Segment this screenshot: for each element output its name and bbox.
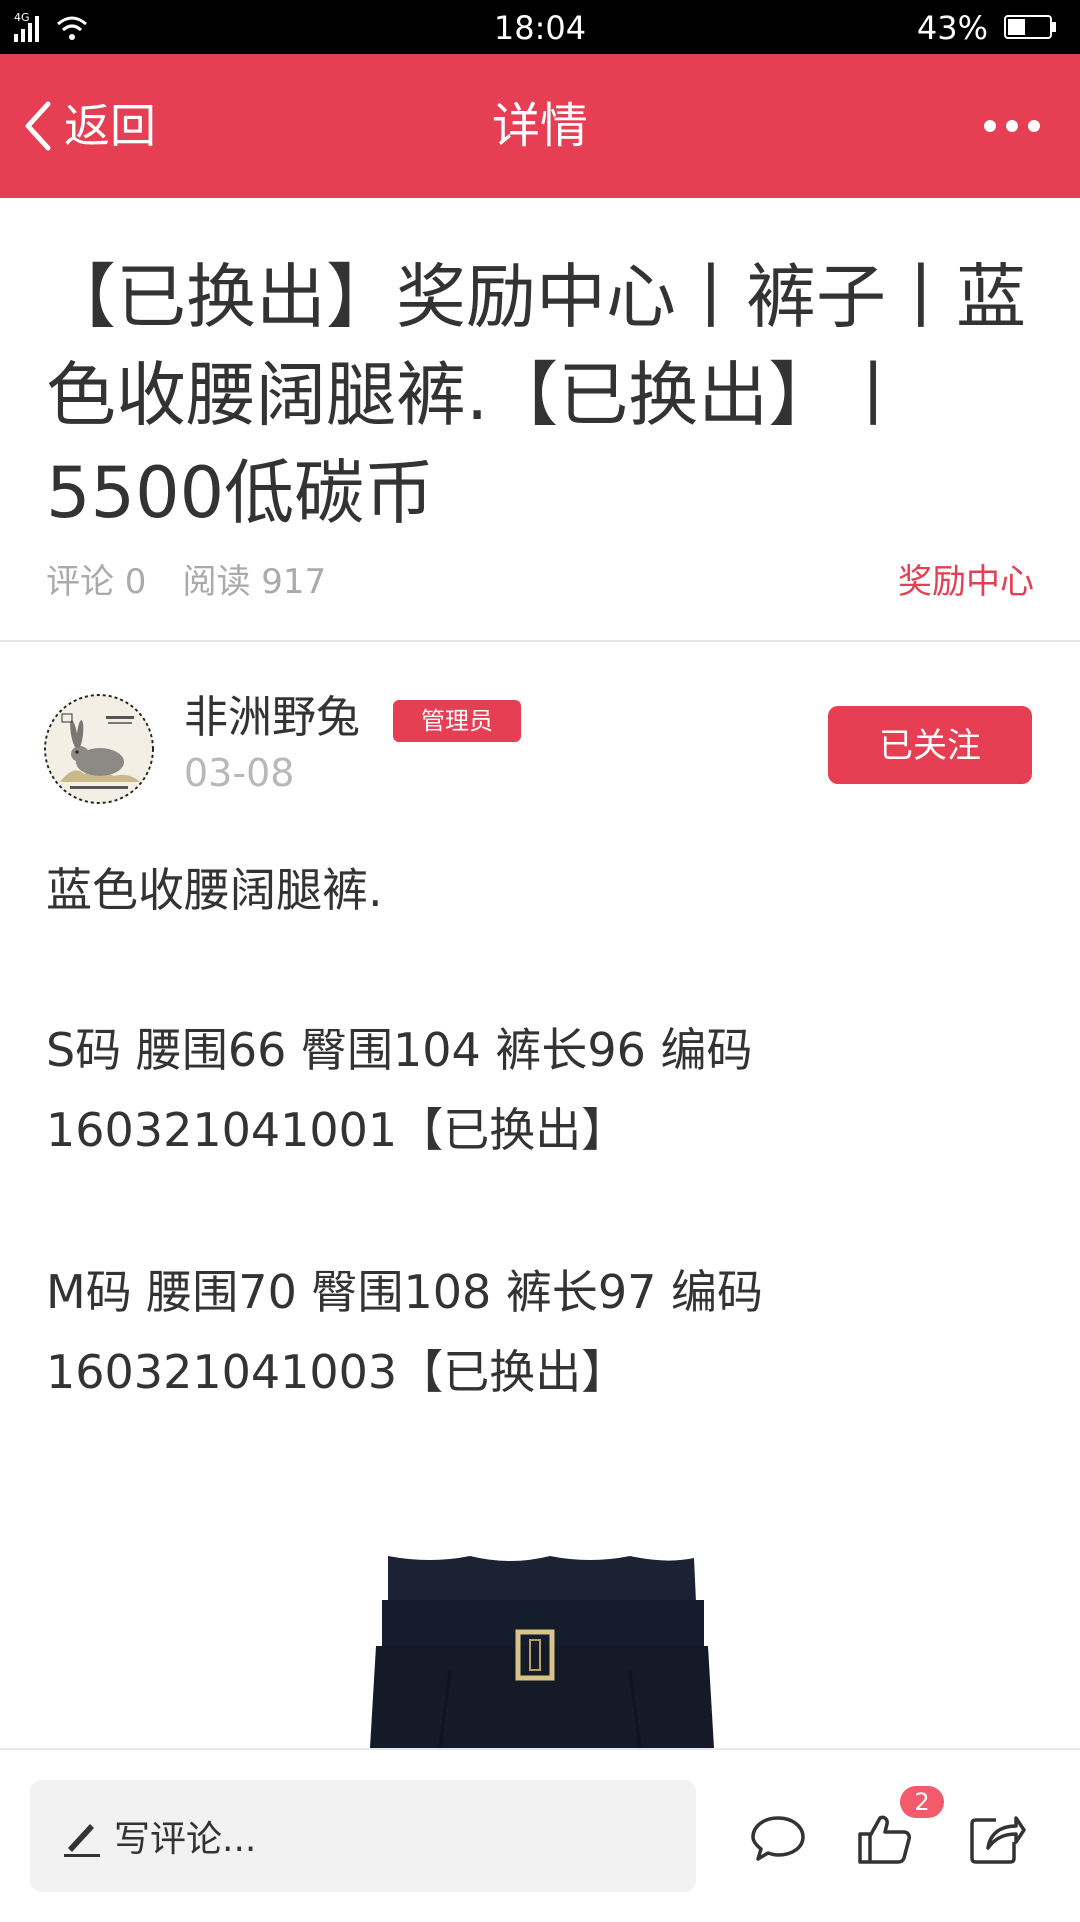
divider: [0, 640, 1080, 642]
article-meta: 评论 0 阅读 917: [46, 560, 326, 604]
battery-percent: 43%: [916, 9, 988, 47]
like-count-badge: 2: [900, 1786, 944, 1818]
comment-placeholder: 写评论...: [114, 1819, 257, 1860]
admin-badge: 管理员: [393, 700, 521, 742]
article-title: 【已换出】奖励中心丨裤子丨蓝色收腰阔腿裤.【已换出】丨5500低碳币: [46, 256, 1026, 534]
comment-input[interactable]: 写评论...: [30, 1780, 696, 1892]
status-bar: 4G 18:04 43%: [0, 0, 1080, 54]
avatar[interactable]: [44, 694, 154, 804]
more-icon[interactable]: [984, 114, 1040, 138]
content-intro: 蓝色收腰阔腿裤.: [46, 863, 383, 917]
rabbit-stamp-image: [44, 694, 154, 804]
product-image[interactable]: [370, 1550, 714, 1748]
follow-button[interactable]: 已关注: [828, 706, 1032, 784]
nav-bar: 返回 详情: [0, 54, 1080, 198]
content-size-s: S码 腰围66 臀围104 裤长96 编码160321041001【已换出】: [46, 1023, 753, 1157]
bottom-bar: 写评论... 2: [0, 1748, 1080, 1922]
comment-count: 评论 0: [46, 562, 147, 602]
share-icon[interactable]: [966, 1808, 1026, 1868]
read-count: 阅读 917: [182, 562, 327, 602]
comment-icon[interactable]: [748, 1808, 808, 1868]
pen-icon: [64, 1824, 100, 1857]
category-link[interactable]: 奖励中心: [898, 560, 1034, 604]
battery-icon: [1004, 15, 1056, 39]
battery-fill: [1008, 19, 1025, 35]
nav-title: 详情: [491, 98, 588, 154]
post-date: 03-08: [184, 751, 295, 795]
like-icon[interactable]: [854, 1808, 914, 1868]
content-size-m: M码 腰围70 臀围108 裤长97 编码160321041003【已换出】: [46, 1265, 764, 1399]
author-name[interactable]: 非洲野兔: [184, 688, 360, 748]
